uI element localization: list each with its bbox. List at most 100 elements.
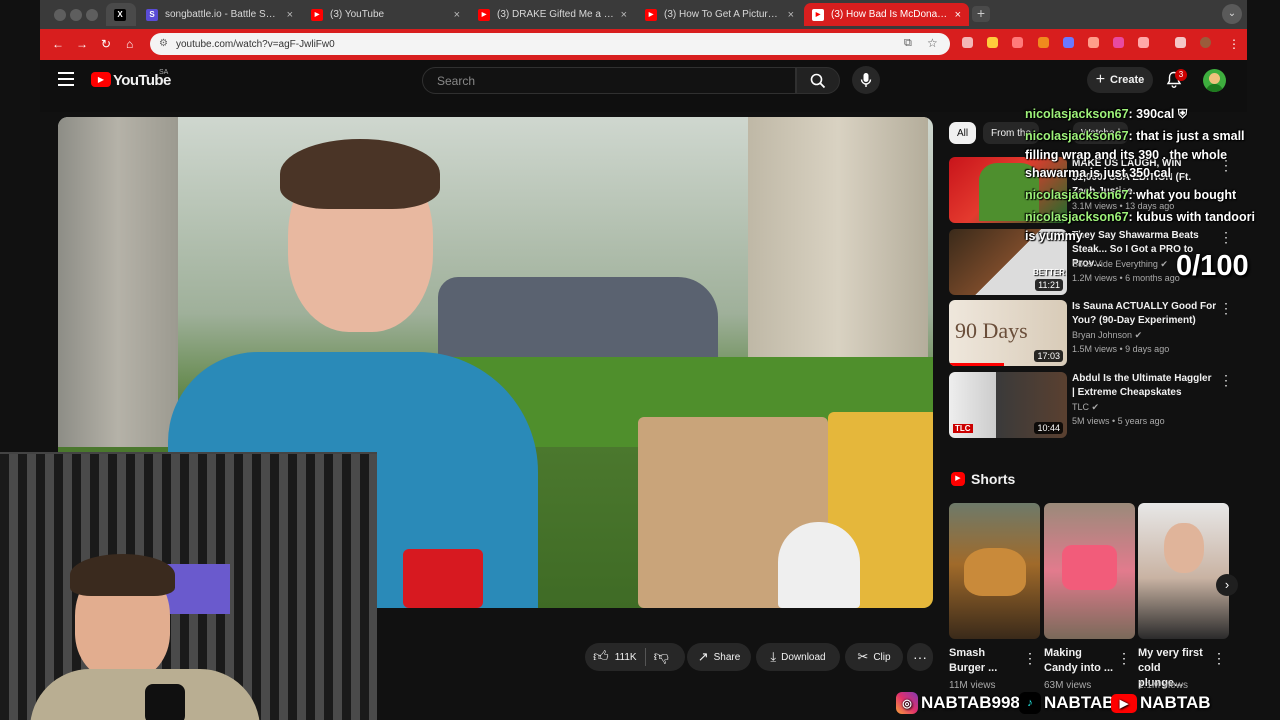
channel-name[interactable]: Sous Vide Everything ✔ [1072, 259, 1168, 270]
reload-icon[interactable]: ↻ [101, 37, 111, 51]
new-tab-icon[interactable]: + [972, 6, 990, 22]
tab-search-chevron-icon[interactable]: ⌄ [1222, 4, 1242, 24]
video-thumbnail[interactable]: TLC 10:44 [949, 372, 1067, 438]
tiktok-icon: ♪ [1019, 692, 1041, 714]
tab-close-icon[interactable]: × [621, 9, 627, 21]
like-button[interactable]: 👍︎ [593, 648, 609, 666]
short-title[interactable]: Smash Burger ... [949, 646, 1019, 676]
chip-all[interactable]: All [949, 122, 977, 144]
window-close-button[interactable] [54, 9, 66, 21]
create-label: Create [1110, 74, 1145, 86]
tab-label: songbattle.io - Battle Songs [165, 9, 281, 20]
url-text: youtube.com/watch?v=agF-JwliFw0 [176, 38, 335, 50]
extension-icon[interactable] [1113, 37, 1124, 48]
more-actions-button[interactable]: ··· [907, 643, 933, 671]
extension-icon[interactable] [1063, 37, 1074, 48]
tab-pinned-x[interactable]: X [106, 3, 136, 26]
share-button[interactable]: ↗ Share [687, 643, 751, 671]
short-thumbnail[interactable] [1138, 503, 1229, 639]
window-zoom-button[interactable] [86, 9, 98, 21]
create-button[interactable]: + Create [1087, 67, 1153, 93]
home-icon[interactable]: ⌂ [126, 37, 133, 51]
extension-icon[interactable] [962, 37, 973, 48]
download-button[interactable]: ⤓ Download [756, 643, 840, 671]
more-vertical-icon[interactable]: ⋮ [1219, 372, 1233, 389]
video-duration: 17:03 [1034, 350, 1063, 362]
bookmark-star-icon[interactable]: ☆ [927, 36, 938, 50]
address-bar[interactable]: ⚙ youtube.com/watch?v=agF-JwliFw0 ⧉ ☆ [150, 33, 950, 55]
verified-check-icon: ✔ [1160, 259, 1168, 269]
tab-picture-video[interactable]: ▶ (3) How To Get A Picture Wit × [637, 3, 802, 26]
tab-close-icon[interactable]: × [955, 9, 961, 21]
shorts-next-chevron-icon[interactable]: › [1216, 574, 1238, 596]
youtube-username: NABTAB [1140, 693, 1211, 712]
shorts-heading: Shorts [971, 471, 1016, 487]
browser-menu-icon[interactable]: ⋮ [1228, 37, 1240, 51]
more-vertical-icon[interactable]: ⋮ [1219, 229, 1233, 246]
shorts-logo-icon: ▶ [951, 472, 965, 486]
back-arrow-icon[interactable]: ← [52, 37, 64, 51]
video-title[interactable]: Is Sauna ACTUALLY Good For You? (90-Day … [1072, 300, 1217, 328]
tiktok-username: NABTAB [1044, 693, 1115, 712]
tab-label: (3) How To Get A Picture Wit [664, 9, 782, 20]
streamer-webcam [0, 452, 377, 720]
forward-arrow-icon[interactable]: → [76, 37, 88, 51]
shield-icon: ⛨ [1177, 107, 1188, 121]
songbattle-favicon-icon: S [146, 8, 158, 21]
tab-close-icon[interactable]: × [287, 9, 293, 21]
verified-check-icon: ✔ [1134, 330, 1143, 340]
x-logo-icon: X [114, 8, 126, 21]
youtube-logo-icon[interactable]: ▶ [91, 72, 111, 87]
extension-icon[interactable] [1012, 37, 1023, 48]
reading-list-icon[interactable] [1175, 37, 1186, 48]
microphone-icon [860, 73, 872, 87]
tab-close-icon[interactable]: × [788, 9, 794, 21]
install-app-icon[interactable]: ⧉ [904, 37, 912, 50]
video-duration: 11:21 [1035, 279, 1063, 291]
search-button[interactable] [796, 67, 840, 94]
more-vertical-icon[interactable]: ⋮ [1023, 650, 1037, 667]
account-avatar[interactable] [1203, 69, 1226, 92]
short-thumbnail[interactable] [949, 503, 1040, 639]
more-vertical-icon[interactable]: ⋮ [1117, 650, 1131, 667]
dislike-button[interactable]: 👎︎ [654, 648, 669, 666]
tlc-logo: TLC [953, 424, 973, 433]
site-info-icon[interactable]: ⚙ [159, 38, 168, 49]
tab-youtube-home[interactable]: ▶ (3) YouTube × [303, 3, 468, 26]
video-title[interactable]: Abdul Is the Ultimate Haggler | Extreme … [1072, 372, 1217, 400]
notification-count-badge: 3 [1175, 69, 1187, 81]
extensions-puzzle-icon[interactable] [1138, 37, 1149, 48]
tab-drake-video[interactable]: ▶ (3) DRAKE Gifted Me a Car! × [470, 3, 635, 26]
video-scene-tree-trunk [58, 117, 178, 447]
short-thumbnail[interactable] [1044, 503, 1135, 639]
window-minimize-button[interactable] [70, 9, 82, 21]
extension-icon[interactable] [1038, 37, 1049, 48]
video-thumbnail[interactable]: 90 Days 17:03 [949, 300, 1067, 366]
like-count[interactable]: 111K [615, 652, 637, 663]
channel-name[interactable]: Bryan Johnson ✔ [1072, 330, 1142, 341]
tab-close-icon[interactable]: × [454, 9, 460, 21]
search-input[interactable]: Search [422, 67, 796, 94]
more-vertical-icon[interactable]: ⋮ [1219, 300, 1233, 317]
profile-avatar-icon[interactable] [1200, 37, 1211, 48]
extension-icon[interactable] [987, 37, 998, 48]
tab-label: (3) YouTube [330, 9, 385, 20]
video-duration: 10:44 [1034, 422, 1063, 434]
instagram-username: NABTAB9988 [921, 693, 1030, 712]
more-vertical-icon[interactable]: ⋮ [1212, 650, 1226, 667]
youtube-favicon-icon: ▶ [478, 8, 490, 21]
video-meta: 5M views • 5 years ago [1072, 416, 1165, 426]
recommended-video[interactable]: TLC 10:44 Abdul Is the Ultimate Haggler … [949, 372, 1239, 438]
short-title[interactable]: Making Candy into ... [1044, 646, 1114, 676]
tab-mcdonalds-video-active[interactable]: ▶ (3) How Bad Is McDonald's R × [804, 3, 969, 26]
channel-name[interactable]: TLC ✔ [1072, 402, 1099, 413]
clip-button[interactable]: ✂ Clip [845, 643, 903, 671]
candy-image [1062, 545, 1117, 590]
tab-songbattle[interactable]: S songbattle.io - Battle Songs × [138, 3, 301, 26]
extension-icon[interactable] [1088, 37, 1099, 48]
voice-search-button[interactable] [852, 66, 880, 94]
video-meta: 1.2M views • 6 months ago [1072, 273, 1180, 283]
recommended-video[interactable]: 90 Days 17:03 Is Sauna ACTUALLY Good For… [949, 300, 1239, 366]
clip-label: Clip [873, 651, 891, 663]
hamburger-menu-icon[interactable] [58, 72, 74, 86]
